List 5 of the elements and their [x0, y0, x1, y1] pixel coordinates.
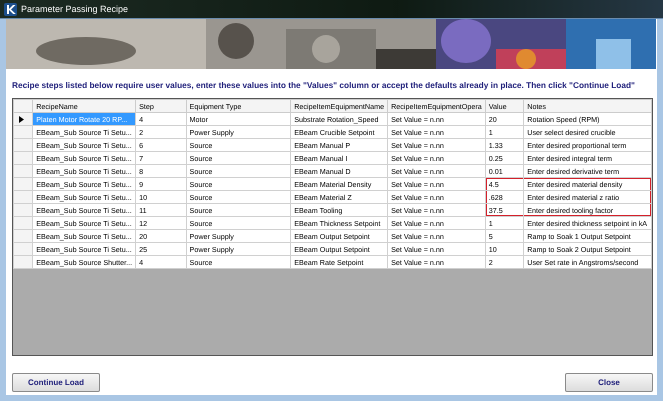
continue-load-button[interactable]: Continue Load [12, 373, 100, 392]
app-logo-icon [4, 2, 17, 16]
instruction-text: Recipe steps listed below require user values, enter these values into the "Values" column or accept the defaults already in place. Then click "Continue Load" [11, 79, 636, 92]
close-button[interactable]: Close [565, 373, 653, 392]
window-title: Parameter Passing Recipe [21, 4, 128, 14]
